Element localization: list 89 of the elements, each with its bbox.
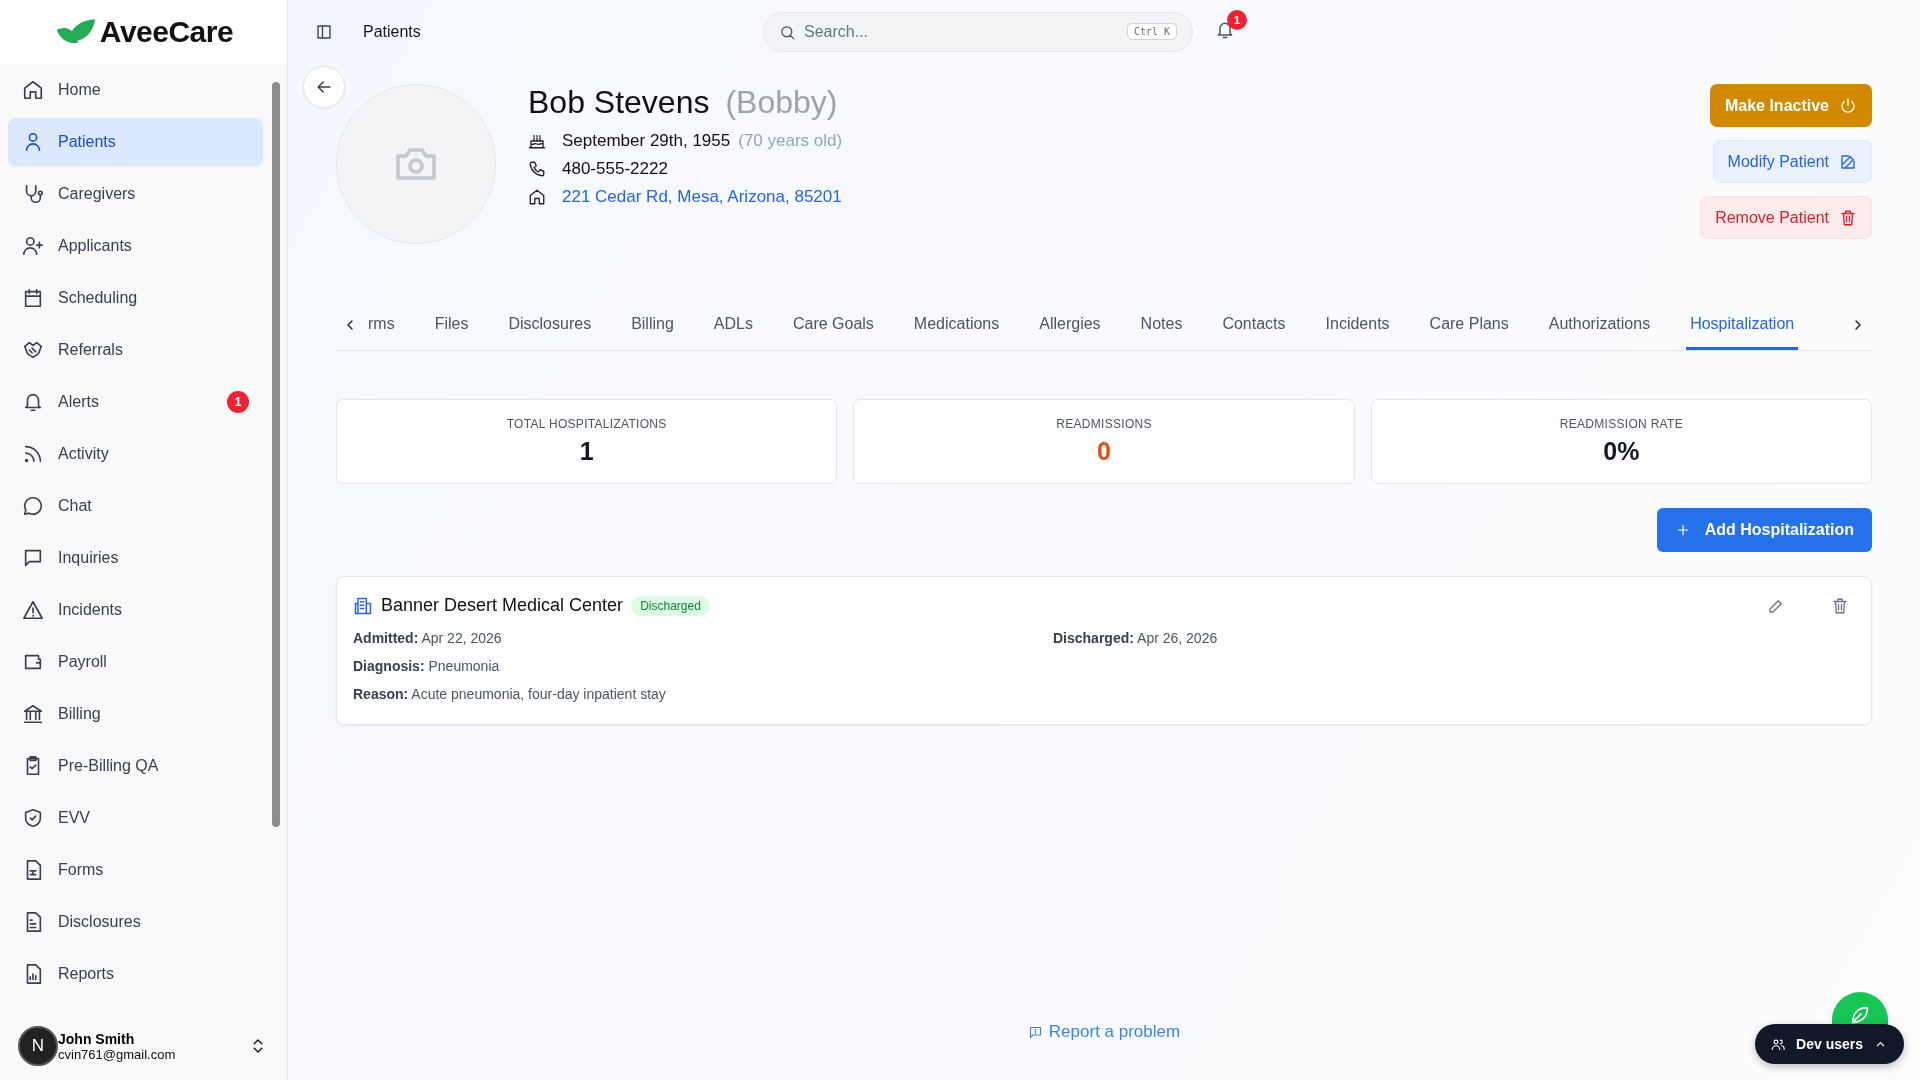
user-email: cvin761@gmail.com — [58, 1046, 177, 1062]
detail-text: Discharged: Apr 26, 2026 — [1053, 630, 1219, 646]
handshake-icon — [22, 339, 44, 361]
tab[interactable]: rms — [364, 300, 399, 350]
cake-icon — [528, 132, 546, 150]
leaf-icon — [1849, 1004, 1871, 1026]
edit-icon — [1839, 152, 1857, 171]
tab[interactable]: Care Plans — [1425, 300, 1513, 350]
sidebar-item[interactable]: Chat — [8, 482, 263, 530]
stat-label: READMISSIONS — [1056, 417, 1152, 431]
chat-bubble-icon — [22, 495, 44, 517]
patient-nickname: (Bobby) — [725, 84, 838, 121]
shortcut-hint: Ctrl K — [1126, 23, 1177, 40]
sidebar-item[interactable]: Alerts 1 — [8, 378, 263, 426]
trash-icon — [1839, 208, 1857, 227]
user-name: John Smith — [58, 1030, 136, 1047]
sidebar-item[interactable]: Scheduling — [8, 274, 263, 322]
user-plus-icon — [22, 235, 44, 257]
user-avatar: N — [18, 1026, 58, 1066]
calendar-icon — [22, 287, 44, 309]
stat-label: TOTAL HOSPITALIZATIONS — [506, 417, 667, 431]
trash-icon[interactable] — [1831, 596, 1849, 615]
detail-text: Diagnosis: Pneumonia — [353, 658, 501, 674]
sidebar-item[interactable]: Billing — [8, 690, 263, 738]
home-icon — [528, 188, 546, 206]
sidebar-item[interactable]: EVV — [8, 794, 263, 842]
phone-icon — [528, 160, 546, 178]
action-button[interactable]: Modify Patient — [1712, 140, 1872, 183]
breadcrumb: Patients — [363, 23, 422, 41]
notification-badge: 1 — [1227, 10, 1247, 30]
dev-users-button[interactable]: Dev users — [1755, 1024, 1904, 1064]
facility-name: Banner Desert Medical Center — [381, 595, 624, 616]
detail-text: Admitted: Apr 22, 2026 — [353, 630, 503, 646]
tab[interactable]: Disclosures — [504, 300, 596, 350]
tab[interactable]: Notes — [1136, 300, 1187, 350]
tab[interactable]: Files — [430, 300, 473, 350]
brand-name: AveeCare — [99, 15, 234, 49]
status-badge: Discharged — [631, 595, 710, 616]
power-icon — [1839, 96, 1857, 115]
sidebar-item[interactable]: Inquiries — [8, 534, 263, 582]
tab[interactable]: Billing — [627, 300, 678, 350]
patient-age: (70 years old) — [738, 131, 843, 151]
tab[interactable]: ADLs — [709, 300, 757, 350]
warning-icon — [22, 599, 44, 621]
birth-date: September 29th, 1955 — [562, 131, 731, 151]
detail-text: Reason: Acute pneumonia, four-day inpatient stay — [353, 686, 667, 702]
action-button[interactable]: Remove Patient — [1700, 196, 1872, 239]
add-hospitalization-button[interactable]: Add Hospitalization — [1656, 508, 1872, 552]
sidebar-item[interactable]: Applicants — [8, 222, 263, 270]
sidebar-item[interactable]: Payroll — [8, 638, 263, 686]
tab[interactable]: Allergies — [1035, 300, 1105, 350]
sidebar-item[interactable]: Forms — [8, 846, 263, 894]
sidebar-item[interactable]: Reports — [8, 950, 263, 998]
notification-bell-icon[interactable] — [1215, 20, 1235, 40]
building-icon — [353, 595, 373, 616]
leaf-fab-button[interactable] — [1832, 992, 1888, 1025]
tab[interactable]: Care Goals — [788, 300, 878, 350]
sidebar-item[interactable]: Home — [8, 66, 263, 114]
report-problem-link[interactable]: Report a problem — [1027, 1022, 1181, 1042]
tab[interactable]: Medications — [909, 300, 1004, 350]
tab[interactable]: Incidents — [1321, 300, 1394, 350]
tab[interactable]: Authorizations — [1544, 300, 1655, 350]
patient-name: Bob Stevens — [528, 84, 710, 121]
count-badge: 1 — [227, 391, 249, 413]
sidebar-item[interactable]: Activity — [8, 430, 263, 478]
stat-value: 0 — [1097, 437, 1111, 466]
stat-value: 1 — [579, 437, 594, 466]
sidebar-item[interactable]: Caregivers — [8, 170, 263, 218]
bank-icon — [22, 703, 44, 725]
sidebar-item[interactable]: Pre-Billing QA — [8, 742, 263, 790]
sidebar-item[interactable]: Patients — [8, 118, 263, 166]
users-icon — [1771, 1036, 1787, 1052]
sidebar-toggle-icon[interactable] — [315, 23, 333, 41]
home-icon — [22, 79, 44, 101]
sidebar-item[interactable]: Referrals — [8, 326, 263, 374]
phone-number: 480-555-2222 — [562, 159, 668, 179]
search-icon — [779, 24, 796, 41]
tab[interactable]: Contacts — [1218, 300, 1290, 350]
bell-icon — [22, 391, 44, 413]
address-link[interactable]: 221 Cedar Rd, Mesa, Arizona, 85201 — [562, 187, 842, 207]
sidebar-item[interactable]: Disclosures — [8, 898, 263, 946]
tab[interactable]: Hospitalization — [1686, 300, 1799, 350]
stat-label: READMISSION RATE — [1559, 417, 1683, 431]
message-alert-icon — [1027, 1024, 1043, 1040]
back-button[interactable] — [303, 66, 345, 108]
stat-value: 0% — [1603, 437, 1640, 466]
rss-icon — [22, 443, 44, 465]
shield-check-icon — [22, 807, 44, 829]
sidebar-item[interactable]: Incidents — [8, 586, 263, 634]
